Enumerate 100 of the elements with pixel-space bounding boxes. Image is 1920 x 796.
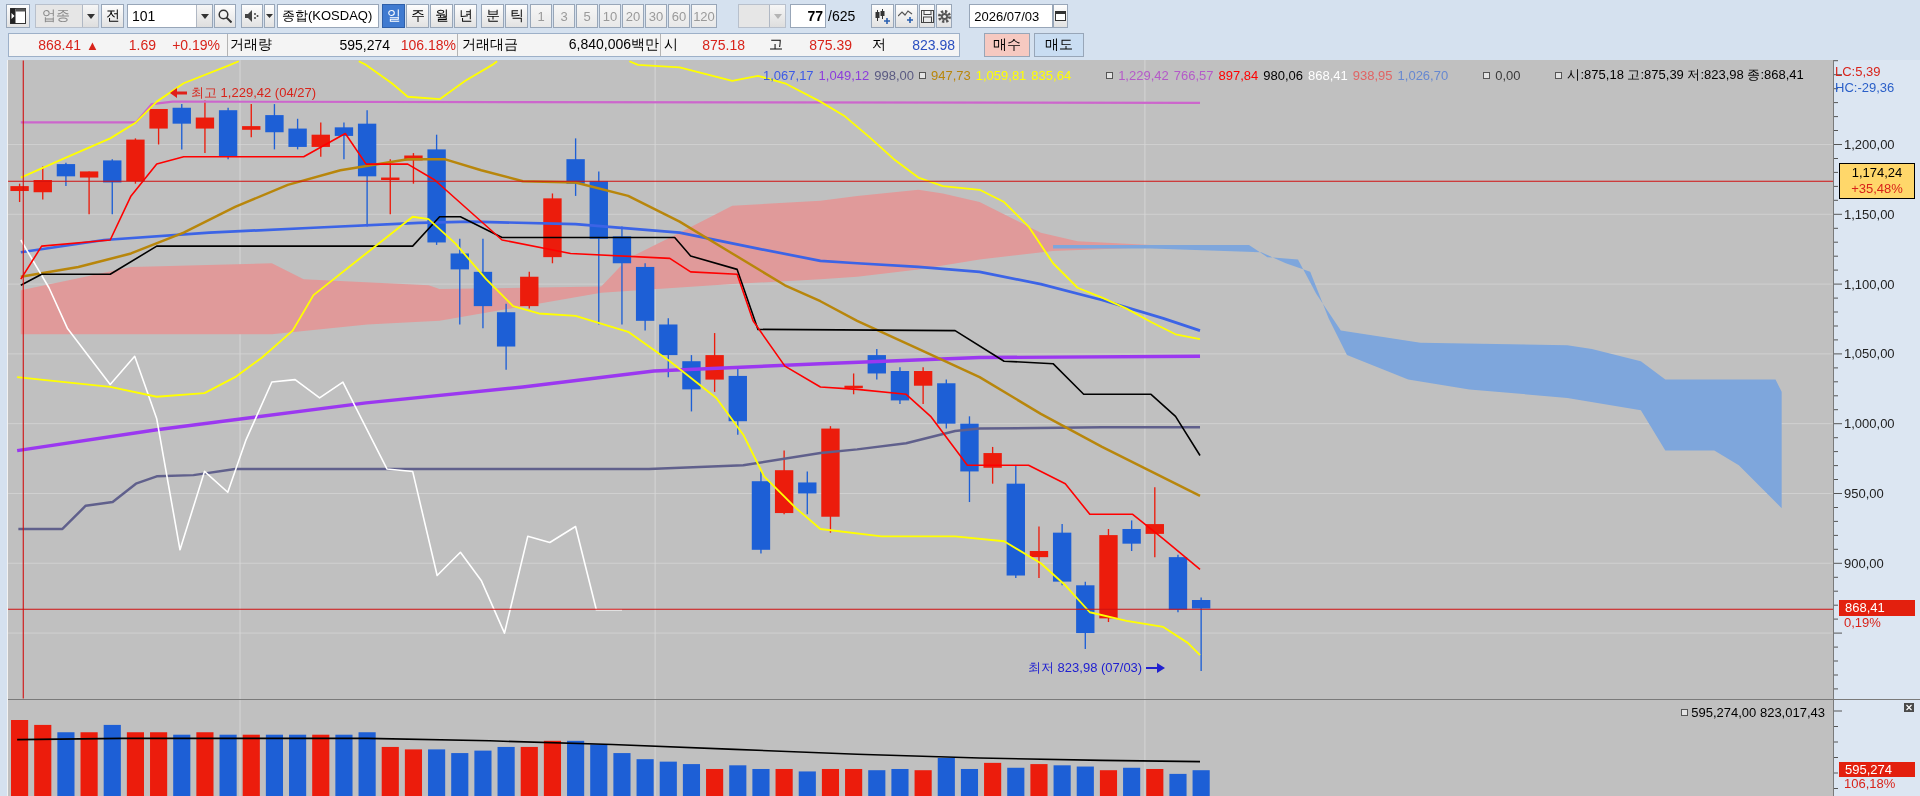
volume-bar bbox=[497, 746, 515, 796]
volume-bar bbox=[451, 753, 469, 796]
close-icon[interactable] bbox=[1904, 703, 1914, 712]
volume-bar bbox=[474, 750, 492, 796]
period-tab[interactable]: 월 bbox=[430, 4, 453, 28]
legend-value: 980,06 bbox=[1263, 67, 1304, 83]
legend-value: 1,059,81 bbox=[975, 67, 1027, 83]
last-volume-tag: 595,274 bbox=[1839, 762, 1915, 777]
count-field[interactable]: 77 bbox=[790, 4, 826, 28]
volume-bar bbox=[312, 734, 330, 796]
candlestick bbox=[496, 303, 516, 371]
add-candle-button[interactable] bbox=[871, 4, 895, 28]
volume-bar bbox=[960, 769, 979, 796]
arrow-left-icon bbox=[170, 87, 187, 98]
price-change: 1.69 bbox=[127, 37, 156, 53]
date-field[interactable]: 2026/07/03 bbox=[969, 4, 1054, 28]
volume-bar bbox=[520, 746, 538, 796]
volume-bar bbox=[984, 762, 1002, 796]
search-button[interactable] bbox=[214, 4, 236, 28]
high-price: 875.39 bbox=[808, 37, 852, 53]
candlestick bbox=[659, 317, 678, 378]
buy-button[interactable]: 매수 bbox=[984, 33, 1030, 57]
volume-bar bbox=[845, 769, 863, 796]
volume-bar bbox=[659, 761, 677, 796]
candlestick bbox=[334, 121, 354, 160]
candlestick bbox=[79, 170, 99, 215]
add-line-button[interactable] bbox=[895, 4, 919, 28]
volume-bar bbox=[798, 771, 816, 796]
volume-bar bbox=[219, 734, 237, 796]
speaker-icon bbox=[245, 9, 259, 23]
volume-bar bbox=[821, 769, 840, 796]
volume-bar bbox=[752, 769, 770, 796]
index-name-field[interactable]: 종합(KOSDAQ) bbox=[277, 4, 379, 28]
volume-bar bbox=[335, 734, 353, 796]
last-volume-change: 106,18% bbox=[1844, 777, 1896, 791]
speaker-button[interactable] bbox=[241, 4, 263, 28]
volume-bar bbox=[1123, 767, 1141, 796]
up-triangle-icon: ▲ bbox=[86, 37, 100, 53]
candlestick bbox=[149, 108, 168, 146]
volume-bar bbox=[682, 764, 700, 796]
candlestick bbox=[172, 103, 191, 151]
volume-bar bbox=[265, 734, 283, 796]
calendar-icon bbox=[1055, 11, 1067, 21]
volume-value: 595,274 bbox=[338, 37, 390, 53]
volume-legend: 595,274,00 823,017,43 bbox=[1691, 705, 1825, 720]
volume-bar bbox=[1169, 773, 1187, 796]
legend-value: 1,067,17 bbox=[763, 67, 814, 83]
axis-label: 1,200,00 bbox=[1844, 137, 1895, 152]
period-tab[interactable]: 분 bbox=[481, 4, 504, 28]
open-price: 875.18 bbox=[701, 37, 745, 53]
volume-bar bbox=[80, 732, 98, 796]
candlestick bbox=[265, 103, 284, 151]
candlestick bbox=[520, 271, 539, 310]
save-button[interactable] bbox=[919, 4, 936, 28]
candlestick bbox=[1029, 525, 1049, 579]
change-rate: +0.19% bbox=[171, 37, 220, 53]
axis-label: 1,150,00 bbox=[1844, 206, 1895, 222]
prev-button[interactable]: 전 bbox=[101, 4, 124, 28]
sell-button[interactable]: 매도 bbox=[1034, 33, 1084, 57]
lc-value: LC:5,39 bbox=[1835, 64, 1881, 79]
candlestick bbox=[705, 332, 724, 393]
candlestick bbox=[844, 372, 863, 395]
volume-bar bbox=[914, 770, 932, 796]
legend-marker-icon bbox=[1681, 709, 1689, 716]
candlestick bbox=[195, 99, 215, 154]
candlestick bbox=[728, 366, 747, 436]
layout-button[interactable] bbox=[6, 4, 30, 28]
volume-bar bbox=[1192, 770, 1210, 796]
count-total: /625 bbox=[828, 8, 856, 24]
candlestick bbox=[288, 118, 307, 151]
volume-bar bbox=[57, 732, 75, 796]
volume-label: 거래량 bbox=[230, 36, 273, 54]
volume-bar bbox=[404, 749, 422, 796]
volume-bar bbox=[543, 740, 561, 796]
candlestick bbox=[10, 183, 29, 203]
volume-bar bbox=[1076, 766, 1094, 796]
volume-bar bbox=[150, 732, 168, 796]
calendar-button[interactable] bbox=[1053, 4, 1069, 28]
layout-icon bbox=[10, 8, 26, 24]
speaker-dropdown-button[interactable] bbox=[264, 4, 275, 28]
settings-button[interactable] bbox=[936, 4, 953, 28]
legend-value: 897,84 bbox=[1218, 67, 1259, 83]
volume-bar bbox=[1007, 767, 1025, 796]
low-price: 823.98 bbox=[911, 37, 955, 53]
candlestick bbox=[867, 348, 886, 381]
code-dropdown[interactable]: 101 bbox=[127, 4, 213, 28]
axis-label: 1,100,00 bbox=[1844, 276, 1895, 292]
volume-bar bbox=[34, 724, 52, 796]
reference-price: 1,174,24 bbox=[1851, 165, 1903, 181]
period-tab[interactable]: 주 bbox=[406, 4, 429, 28]
period-tab[interactable]: 년 bbox=[454, 4, 477, 28]
volume-bar bbox=[126, 732, 144, 796]
arrow-right-icon bbox=[1146, 662, 1166, 673]
period-tab[interactable]: 일 bbox=[382, 4, 405, 28]
period-tab[interactable]: 틱 bbox=[505, 4, 528, 28]
candlestick bbox=[913, 366, 933, 405]
amount-value: 6,840,006백만 bbox=[567, 36, 659, 54]
candlestick bbox=[543, 192, 562, 264]
caret-icon bbox=[200, 13, 209, 19]
volume-bar bbox=[613, 753, 631, 796]
